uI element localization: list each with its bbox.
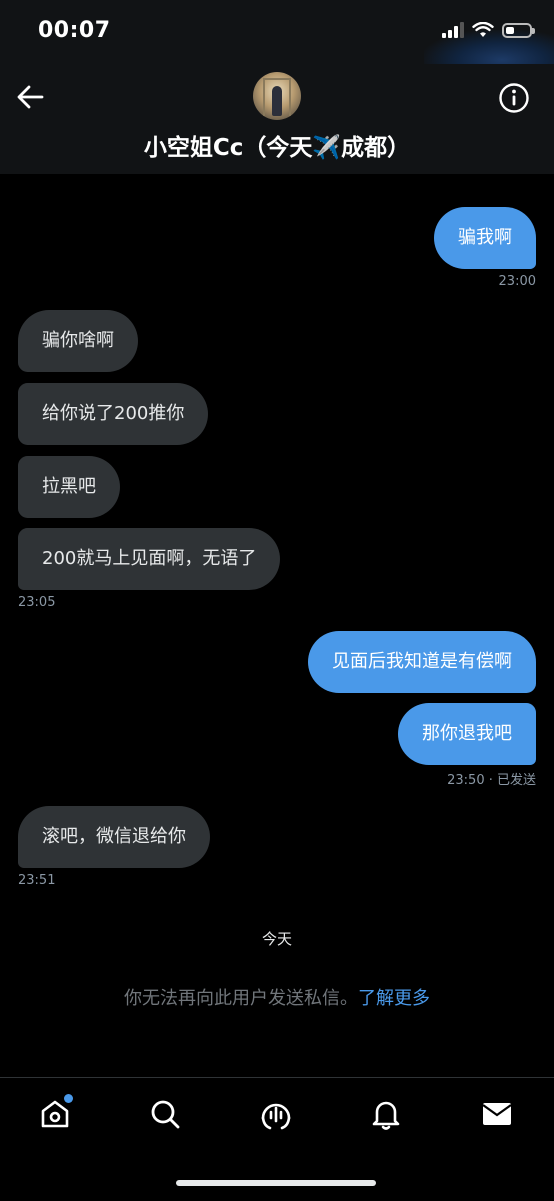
- message-bubble-outgoing[interactable]: 那你退我吧: [398, 703, 536, 765]
- tab-messages[interactable]: [479, 1096, 515, 1132]
- conversation-header: 小空姐Cc（今天✈️成都）: [0, 64, 554, 174]
- message-timestamp-sent: 23:50 · 已发送: [447, 773, 536, 788]
- notice-text: 你无法再向此用户发送私信。: [124, 988, 358, 1009]
- spaces-icon: [261, 1103, 291, 1130]
- tab-search[interactable]: [147, 1096, 183, 1132]
- info-button[interactable]: [498, 82, 530, 114]
- battery-level: [506, 26, 514, 34]
- message-timestamp: 23:00: [498, 274, 536, 289]
- message-timestamp: 23:05: [18, 595, 56, 610]
- message-bubble-incoming[interactable]: 骗你啥啊: [18, 310, 138, 372]
- wifi-icon: [472, 22, 494, 37]
- tab-home[interactable]: [37, 1094, 73, 1132]
- bell-icon: [372, 1101, 400, 1130]
- signal-bars-icon: [442, 22, 464, 38]
- info-circle-icon: [499, 83, 529, 113]
- dm-restriction-notice: 你无法再向此用户发送私信。了解更多: [0, 984, 554, 1010]
- message-bubble-incoming[interactable]: 滚吧，微信退给你: [18, 806, 210, 868]
- home-indicator[interactable]: [176, 1180, 376, 1186]
- message-bubble-incoming[interactable]: 给你说了200推你: [18, 383, 209, 445]
- status-bar: 00:07: [0, 0, 554, 90]
- message-bubble-incoming[interactable]: 拉黑吧: [18, 456, 120, 518]
- tab-notifications[interactable]: [368, 1096, 404, 1132]
- status-time: 00:07: [38, 18, 111, 43]
- status-icons: [442, 22, 535, 38]
- conversation-title[interactable]: 小空姐Cc（今天✈️成都）: [0, 128, 554, 162]
- tab-spaces[interactable]: [258, 1096, 294, 1132]
- avatar[interactable]: [253, 72, 301, 120]
- battery-icon: [502, 22, 535, 38]
- message-timestamp: 23:51: [18, 873, 56, 888]
- message-bubble-outgoing[interactable]: 骗我啊: [434, 207, 536, 269]
- arrow-left-icon: [17, 85, 44, 109]
- day-divider: 今天: [261, 930, 292, 948]
- message-bubble-incoming[interactable]: 200就马上见面啊，无语了: [18, 528, 281, 590]
- mail-icon: [482, 1103, 512, 1125]
- learn-more-link[interactable]: 了解更多: [358, 988, 430, 1009]
- search-icon: [151, 1100, 180, 1129]
- back-button[interactable]: [14, 80, 48, 114]
- home-notification-dot: [64, 1094, 73, 1103]
- message-bubble-outgoing[interactable]: 见面后我知道是有偿啊: [308, 631, 536, 693]
